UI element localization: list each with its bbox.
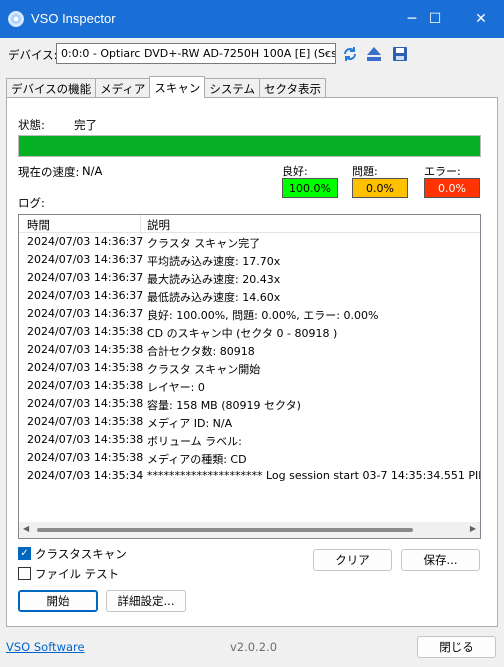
refresh-icon[interactable] bbox=[340, 44, 360, 64]
log-time: 2024/07/03 14:35:38 bbox=[27, 415, 144, 428]
log-desc: 良好: 100.00%, 問題: 0.00%, エラー: 0.00% bbox=[147, 309, 379, 322]
advanced-settings-button[interactable]: 詳細設定... bbox=[106, 590, 186, 612]
log-row[interactable]: 2024/07/03 14:35:38 CD のスキャン中 (セクタ 0 - 80… bbox=[19, 323, 480, 341]
window-title: VSO Inspector bbox=[31, 11, 116, 26]
log-time: 2024/07/03 14:35:38 bbox=[27, 325, 144, 338]
log-list[interactable]: 時間 説明 2024/07/03 14:36:37 クラスタ スキャン完了 202… bbox=[18, 214, 481, 539]
file-test-checkbox[interactable] bbox=[18, 567, 31, 580]
log-time: 2024/07/03 14:35:38 bbox=[27, 379, 144, 392]
disc-app-icon bbox=[8, 11, 24, 27]
problem-percent-box: 0.0% bbox=[352, 178, 408, 198]
log-header: 時間 説明 bbox=[19, 215, 480, 233]
log-row[interactable]: 2024/07/03 14:36:37 最低読み込み速度: 14.60x bbox=[19, 287, 480, 305]
column-header-desc[interactable]: 説明 bbox=[147, 217, 170, 233]
log-time: 2024/07/03 14:35:38 bbox=[27, 361, 144, 374]
log-row[interactable]: 2024/07/03 14:35:38 容量: 158 MB (80919 セクタ… bbox=[19, 395, 480, 413]
problem-label: 問題: bbox=[352, 165, 378, 178]
log-row[interactable]: 2024/07/03 14:35:34 *********************… bbox=[19, 467, 480, 485]
log-row[interactable]: 2024/07/03 14:35:38 メディア ID: N/A bbox=[19, 413, 480, 431]
log-desc: メディアの種類: CD bbox=[147, 453, 247, 466]
log-row[interactable]: 2024/07/03 14:35:38 メディアの種類: CD bbox=[19, 449, 480, 467]
scroll-left-icon[interactable]: ◀ bbox=[23, 524, 29, 533]
device-select[interactable]: 0:0:0 - Optiarc DVD+-RW AD-7250H 100A [E… bbox=[56, 43, 336, 64]
speed-value: N/A bbox=[82, 164, 103, 178]
log-desc: クラスタ スキャン開始 bbox=[147, 363, 261, 376]
log-row[interactable]: 2024/07/03 14:35:38 クラスタ スキャン開始 bbox=[19, 359, 480, 377]
log-desc: レイヤー: 0 bbox=[147, 381, 205, 394]
speed-label: 現在の速度: bbox=[18, 165, 80, 179]
save-icon[interactable] bbox=[390, 44, 410, 64]
log-time: 2024/07/03 14:36:37 bbox=[27, 307, 144, 320]
log-desc: 平均読み込み速度: 17.70x bbox=[147, 255, 281, 268]
log-desc: クラスタ スキャン完了 bbox=[147, 237, 261, 250]
maximize-button[interactable]: ☐ bbox=[412, 0, 458, 38]
eject-icon[interactable] bbox=[364, 44, 384, 64]
log-row[interactable]: 2024/07/03 14:36:37 良好: 100.00%, 問題: 0.00… bbox=[19, 305, 480, 323]
log-time: 2024/07/03 14:35:38 bbox=[27, 397, 144, 410]
log-time: 2024/07/03 14:36:37 bbox=[27, 253, 144, 266]
tab-scan[interactable]: スキャン bbox=[149, 76, 206, 98]
horizontal-scrollbar[interactable]: ◀ ▶ bbox=[19, 522, 480, 538]
error-percent-box: 0.0% bbox=[424, 178, 480, 198]
vso-software-link[interactable]: VSO Software bbox=[6, 640, 85, 654]
log-row[interactable]: 2024/07/03 14:36:37 クラスタ スキャン完了 bbox=[19, 233, 480, 251]
version-label: v2.0.2.0 bbox=[230, 640, 278, 654]
save-log-button[interactable]: 保存... bbox=[401, 549, 480, 571]
close-window-button[interactable]: ✕ bbox=[458, 0, 504, 38]
good-label: 良好: bbox=[282, 165, 308, 178]
close-button[interactable]: 閉じる bbox=[417, 636, 496, 658]
chevron-down-icon: ⌄ bbox=[322, 47, 331, 58]
scrollbar-thumb[interactable] bbox=[37, 528, 413, 532]
log-time: 2024/07/03 14:35:38 bbox=[27, 343, 144, 356]
tab-media[interactable]: メディア bbox=[95, 78, 151, 98]
tab-device-features[interactable]: デバイスの機能 bbox=[6, 78, 97, 98]
log-row[interactable]: 2024/07/03 14:35:38 合計セクタ数: 80918 bbox=[19, 341, 480, 359]
tab-bar: デバイスの機能 メディア スキャン システム セクタ表示 bbox=[6, 76, 327, 98]
tab-sector-view[interactable]: セクタ表示 bbox=[259, 78, 327, 98]
device-label: デバイス: bbox=[8, 48, 58, 62]
log-desc: 容量: 158 MB (80919 セクタ) bbox=[147, 399, 301, 412]
log-time: 2024/07/03 14:35:34 bbox=[27, 469, 144, 482]
column-header-time[interactable]: 時間 bbox=[27, 217, 50, 233]
log-row[interactable]: 2024/07/03 14:35:38 ボリューム ラベル: bbox=[19, 431, 480, 449]
cluster-scan-label[interactable]: クラスタスキャン bbox=[35, 546, 127, 562]
log-time: 2024/07/03 14:36:37 bbox=[27, 271, 144, 284]
log-time: 2024/07/03 14:35:38 bbox=[27, 451, 144, 464]
log-row[interactable]: 2024/07/03 14:36:37 最大読み込み速度: 20.43x bbox=[19, 269, 480, 287]
log-desc: 合計セクタ数: 80918 bbox=[147, 345, 255, 358]
log-desc: ********************* Log session start … bbox=[147, 469, 481, 482]
scroll-right-icon[interactable]: ▶ bbox=[470, 524, 476, 533]
check-icon: ✓ bbox=[20, 548, 29, 559]
start-button[interactable]: 開始 bbox=[18, 590, 98, 612]
cluster-scan-checkbox[interactable]: ✓ bbox=[18, 547, 31, 560]
log-time: 2024/07/03 14:36:37 bbox=[27, 289, 144, 302]
status-label: 状態: bbox=[18, 118, 45, 132]
log-row[interactable]: 2024/07/03 14:35:38 レイヤー: 0 bbox=[19, 377, 480, 395]
log-desc: 最大読み込み速度: 20.43x bbox=[147, 273, 281, 286]
progress-fill bbox=[19, 136, 480, 156]
log-desc: メディア ID: N/A bbox=[147, 417, 233, 430]
log-label: ログ: bbox=[18, 196, 45, 210]
title-bar: VSO Inspector ─ ☐ ✕ bbox=[0, 0, 504, 38]
log-desc: ボリューム ラベル: bbox=[147, 435, 242, 448]
log-desc: CD のスキャン中 (セクタ 0 - 80918 ) bbox=[147, 327, 338, 340]
status-value: 完了 bbox=[74, 118, 97, 132]
file-test-label[interactable]: ファイル テスト bbox=[35, 566, 119, 582]
device-select-value: 0:0:0 - Optiarc DVD+-RW AD-7250H 100A [E… bbox=[61, 47, 336, 60]
column-separator[interactable] bbox=[140, 215, 141, 233]
tab-system[interactable]: システム bbox=[204, 78, 261, 98]
good-percent-box: 100.0% bbox=[282, 178, 338, 198]
clear-button[interactable]: クリア bbox=[313, 549, 392, 571]
log-time: 2024/07/03 14:36:37 bbox=[27, 235, 144, 248]
log-time: 2024/07/03 14:35:38 bbox=[27, 433, 144, 446]
log-desc: 最低読み込み速度: 14.60x bbox=[147, 291, 281, 304]
log-row[interactable]: 2024/07/03 14:36:37 平均読み込み速度: 17.70x bbox=[19, 251, 480, 269]
scan-progress-bar bbox=[18, 135, 481, 157]
error-label: エラー: bbox=[424, 165, 461, 178]
